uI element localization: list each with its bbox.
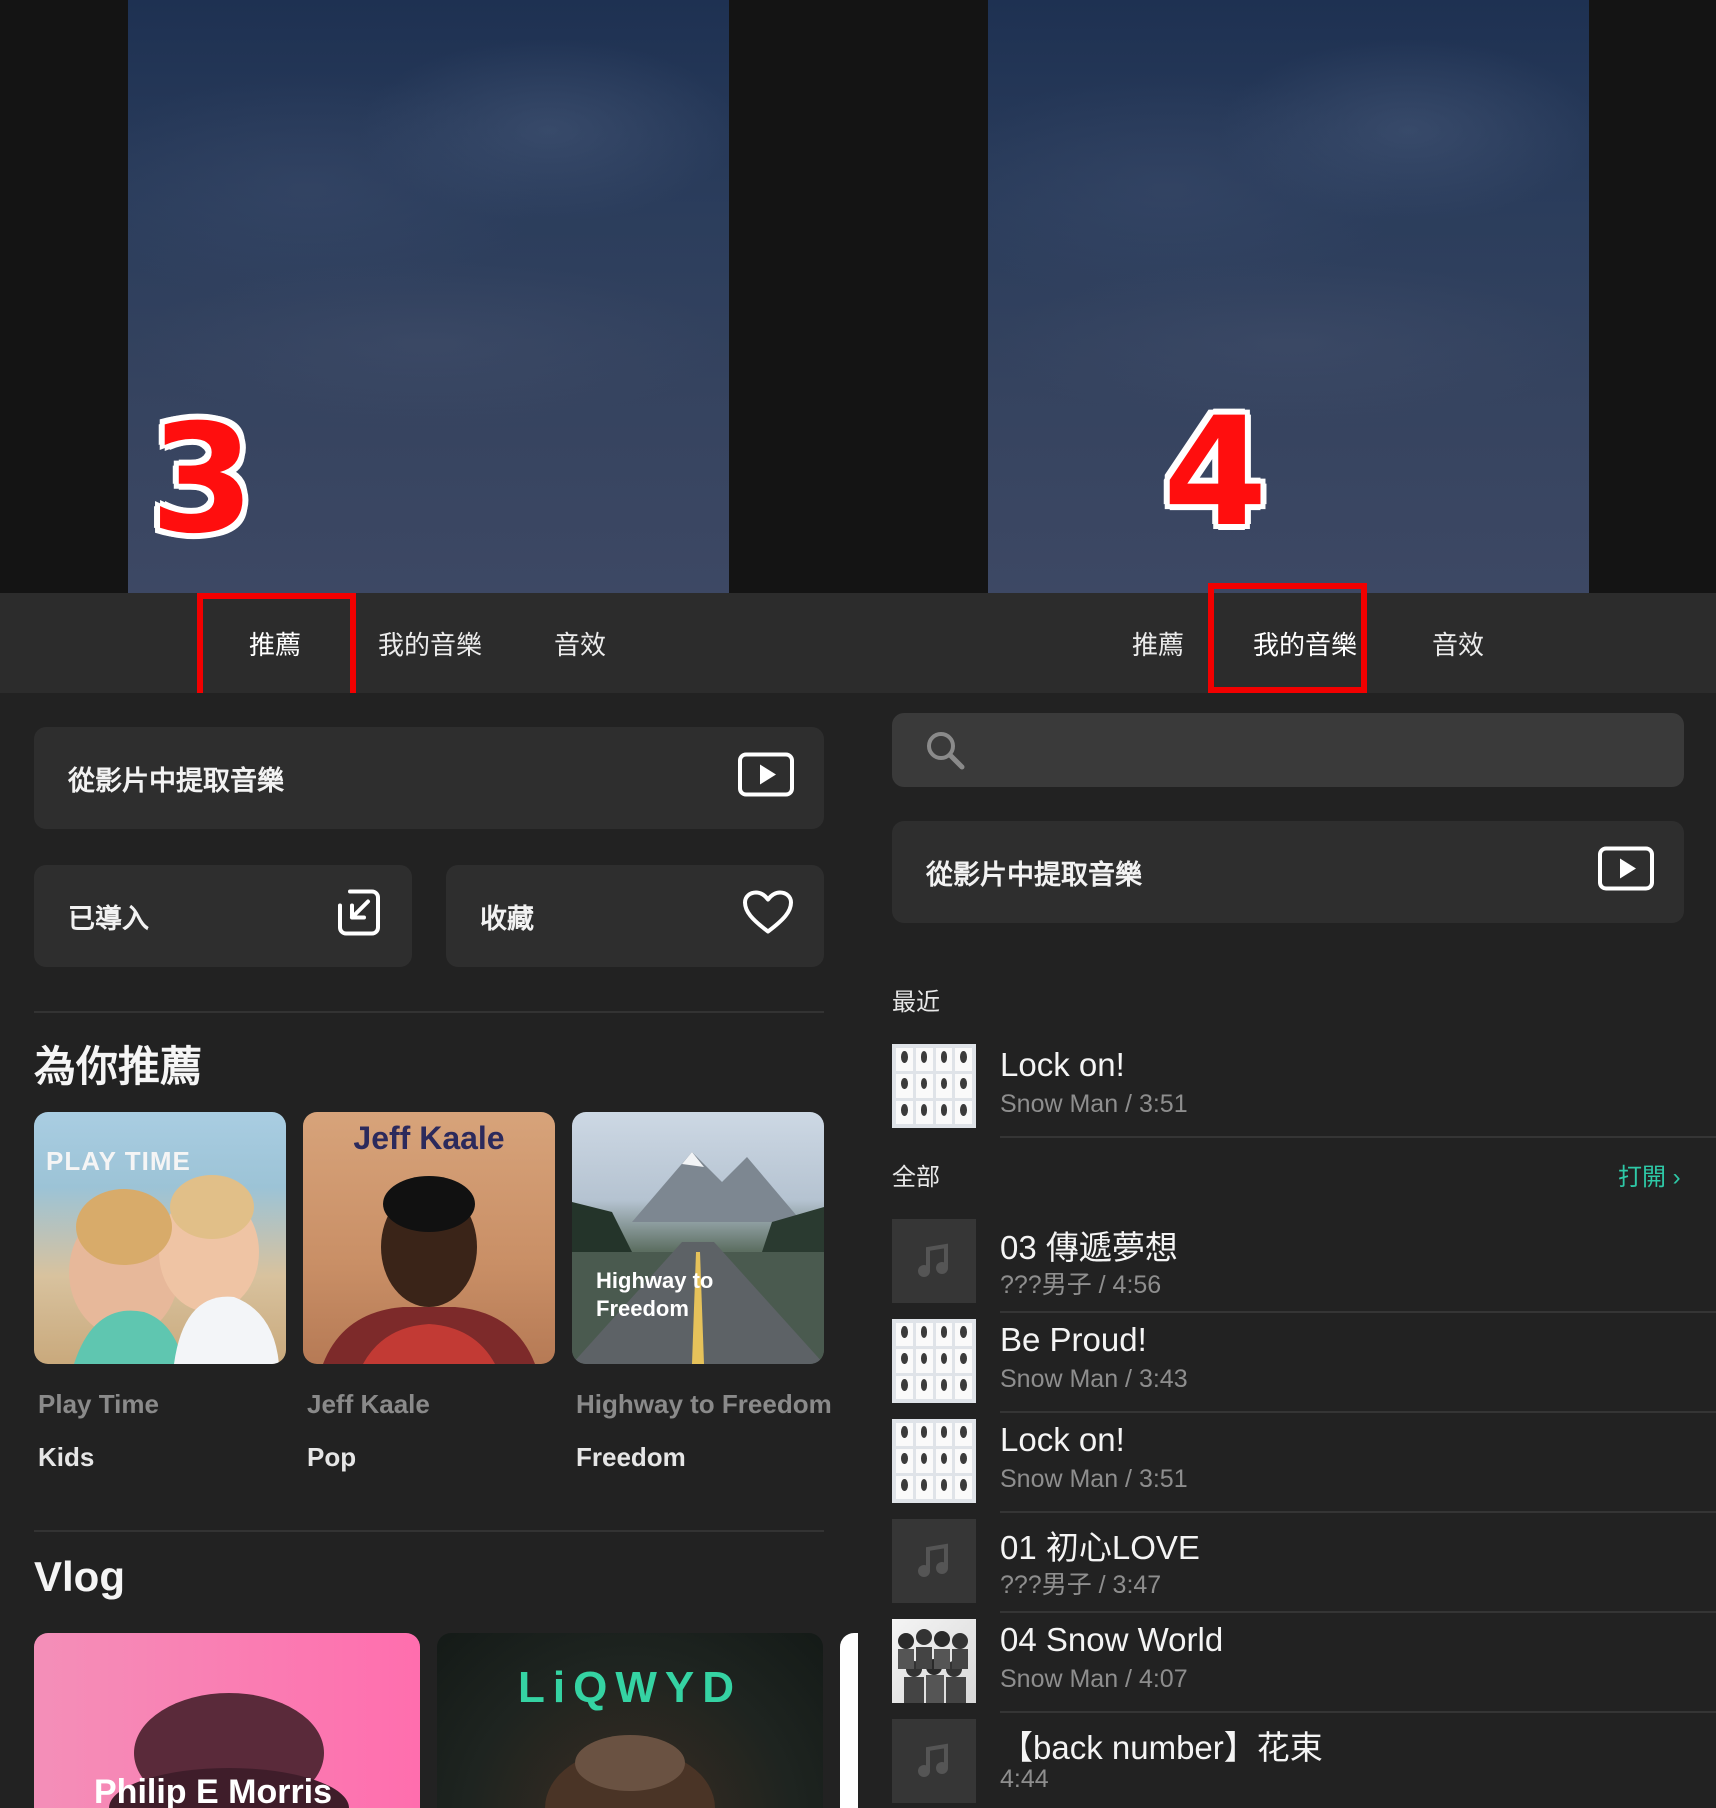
track-row[interactable]: 【back number】花束 4:44: [892, 1711, 1716, 1808]
album-thumbnail: [892, 1619, 976, 1703]
extract-music-label: 從影片中提取音樂: [68, 765, 284, 796]
search-icon: [924, 729, 966, 776]
album-genre: Freedom: [576, 1442, 686, 1472]
extract-music-label: 從影片中提取音樂: [926, 859, 1142, 890]
track-title: 03 傳遞夢想: [1000, 1229, 1178, 1266]
music-tab-bar: 推薦 我的音樂 音效: [0, 593, 858, 699]
play-video-icon: [738, 752, 794, 804]
recent-track[interactable]: Lock on! Snow Man / 3:51: [892, 1036, 1716, 1138]
step-number-annotation: 3: [150, 393, 255, 567]
tab-recommended[interactable]: 推薦: [1108, 593, 1208, 693]
album-cover-jeff-kaale[interactable]: Jeff Kaale: [303, 1112, 555, 1364]
preview-area: 3: [0, 0, 858, 593]
album-thumbnail: [892, 1719, 976, 1803]
open-link-label: 打開: [1618, 1164, 1666, 1191]
vlog-cover-text: Philip E Morris: [94, 1773, 333, 1808]
album-genre: Pop: [307, 1442, 357, 1472]
recommend-content: 從影片中提取音樂 已導入 收藏 為你推薦 PLAY TIME Play Time…: [0, 693, 858, 1808]
track-subtitle: Snow Man / 3:51: [1000, 1090, 1188, 1118]
divider: [34, 1011, 824, 1013]
vlog-card[interactable]: LiQWYD: [437, 1633, 823, 1808]
video-preview: [988, 0, 1589, 593]
my-music-content: 從影片中提取音樂 最近 Lock on! Snow Man / 3:51 全部 …: [858, 693, 1716, 1808]
track-subtitle: ???男子 / 4:56: [1000, 1271, 1162, 1299]
play-video-icon: [1598, 846, 1654, 898]
import-icon: [336, 888, 382, 945]
track-row[interactable]: 04 Snow World Snow Man / 4:07: [892, 1611, 1716, 1713]
track-subtitle: ???男子 / 3:47: [1000, 1571, 1162, 1599]
album-name: Play Time: [38, 1389, 159, 1419]
music-note-icon: [918, 1743, 948, 1777]
track-row[interactable]: 01 初心LOVE ???男子 / 3:47: [892, 1511, 1716, 1613]
all-label: 全部: [892, 1164, 940, 1191]
heart-icon: [742, 890, 794, 943]
vlog-card[interactable]: Philip E Morris: [34, 1633, 420, 1808]
album-thumbnail: [892, 1044, 976, 1128]
tab-sound-effects[interactable]: 音效: [535, 593, 625, 693]
album-thumbnail: [892, 1519, 976, 1603]
album-cover-text: Jeff Kaale: [353, 1120, 505, 1156]
search-input[interactable]: [892, 713, 1684, 787]
highlight-box: [197, 593, 356, 699]
vlog-cover-text: LiQWYD: [518, 1663, 742, 1712]
album-name: Highway to Freedom: [576, 1389, 832, 1419]
left-panel: 3 推薦 我的音樂 音效 從影片中提取音樂 已導入 收藏 為你推薦 PLAY T…: [0, 0, 858, 1808]
album-thumbnail: [892, 1219, 976, 1303]
track-title: 04 Snow World: [1000, 1621, 1224, 1658]
section-title-recommended: 為你推薦: [34, 1043, 203, 1090]
track-subtitle: Snow Man / 4:07: [1000, 1665, 1188, 1693]
section-title-vlog: Vlog: [34, 1553, 125, 1600]
album-cover-play-time[interactable]: PLAY TIME: [34, 1112, 286, 1364]
vlog-card-partial[interactable]: [840, 1633, 858, 1808]
preview-area: 4: [858, 0, 1716, 593]
imported-card[interactable]: 已導入: [34, 865, 412, 967]
extract-music-card[interactable]: 從影片中提取音樂: [34, 727, 824, 829]
track-subtitle: 4:44: [1000, 1765, 1049, 1793]
track-row[interactable]: Lock on! Snow Man / 3:51: [892, 1411, 1716, 1513]
favorites-label: 收藏: [480, 903, 534, 934]
extract-music-card[interactable]: 從影片中提取音樂: [892, 821, 1684, 923]
album-thumbnail: [892, 1419, 976, 1503]
music-tab-bar: 推薦 我的音樂 音效: [858, 583, 1716, 693]
track-title: Lock on!: [1000, 1046, 1125, 1083]
imported-label: 已導入: [68, 903, 149, 934]
favorites-card[interactable]: 收藏: [446, 865, 824, 967]
track-title: Lock on!: [1000, 1421, 1125, 1458]
album-name: Jeff Kaale: [307, 1389, 430, 1419]
step-number-annotation: 4: [1163, 386, 1268, 560]
album-cover-text: Highway to Freedom: [596, 1268, 714, 1321]
divider: [1000, 1136, 1716, 1138]
track-title: 【back number】花束: [1000, 1729, 1323, 1766]
highlight-box: [1208, 583, 1367, 693]
track-title: 01 初心LOVE: [1000, 1529, 1200, 1566]
album-thumbnail: [892, 1319, 976, 1403]
track-row[interactable]: Be Proud! Snow Man / 3:43: [892, 1311, 1716, 1413]
chevron-right-icon: ›: [1672, 1164, 1681, 1191]
right-panel: 4 推薦 我的音樂 音效 從影片中提取音樂 最近 Lock on! Snow M…: [858, 0, 1716, 1808]
album-cover-highway-to-freedom[interactable]: Highway to Freedom: [572, 1112, 824, 1364]
open-link[interactable]: 打開 ›: [1618, 1157, 1681, 1192]
track-subtitle: Snow Man / 3:43: [1000, 1365, 1188, 1393]
track-title: Be Proud!: [1000, 1321, 1147, 1358]
recent-label: 最近: [892, 989, 940, 1016]
track-subtitle: Snow Man / 3:51: [1000, 1465, 1188, 1493]
divider: [34, 1530, 824, 1532]
music-note-icon: [918, 1543, 948, 1577]
tab-my-music[interactable]: 我的音樂: [365, 593, 495, 693]
music-note-icon: [918, 1243, 948, 1277]
album-cover-text: PLAY TIME: [46, 1146, 191, 1176]
album-genre: Kids: [38, 1442, 95, 1472]
tab-sound-effects[interactable]: 音效: [1403, 593, 1513, 693]
track-row[interactable]: 03 傳遞夢想 ???男子 / 4:56: [892, 1211, 1716, 1313]
